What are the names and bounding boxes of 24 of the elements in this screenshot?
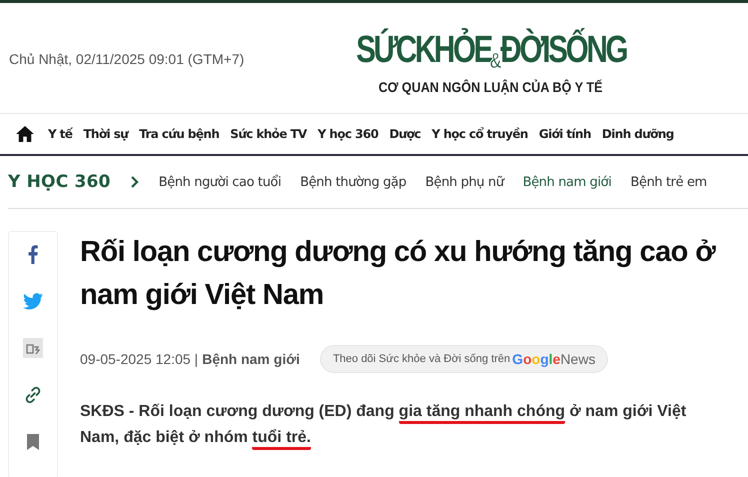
chevron-icon [130,176,139,188]
image-icon[interactable] [23,336,43,360]
date-text: Chủ Nhật, 02/11/2025 09:01 (GTM+7) [9,51,244,67]
publish-date: 09-05-2025 12:05 | [80,351,198,367]
home-icon[interactable] [16,126,34,142]
article-lead: SKĐS - Rối loạn cương dương (ED) đang gia tăng nhanh chóng ở nam giới Việt Nam, đặc biệt ở nhóm tuổi trẻ. [80,399,725,451]
category-link[interactable]: Bệnh nam giới [202,351,300,367]
subcategory-link[interactable]: Bệnh phụ nữ [425,174,504,190]
nav-link[interactable]: Dinh dưỡng [602,127,674,141]
follow-button[interactable]: Theo dõi Sức khỏe và Đời sống trên GoogleNews [320,345,608,373]
nav-link[interactable]: Sức khỏe TV [230,127,307,141]
article-title: Rối loạn cương dương có xu hướng tăng cao ở nam giới Việt Nam [80,235,717,313]
subcategory-link[interactable]: Bệnh nam giới [522,174,612,190]
nav-link[interactable]: Y tế [48,127,72,141]
nav-link[interactable]: Giới tính [538,127,591,141]
subcategory-link[interactable]: Bệnh thường gặp [300,174,406,190]
section-title[interactable]: Y HỌC 360 [8,172,111,192]
nav-link[interactable]: Y học 360 [318,127,378,141]
nav-link[interactable]: Y học cổ truyền [432,127,528,141]
subcategory-link[interactable]: Bệnh người cao tuổi [158,174,282,190]
nav-link[interactable]: Tra cứu bệnh [139,127,220,141]
nav-link[interactable]: Thời sự [83,127,128,141]
nav-link[interactable]: Dược [389,127,421,141]
subcategory-link[interactable]: Bệnh trẻ em [630,174,707,190]
